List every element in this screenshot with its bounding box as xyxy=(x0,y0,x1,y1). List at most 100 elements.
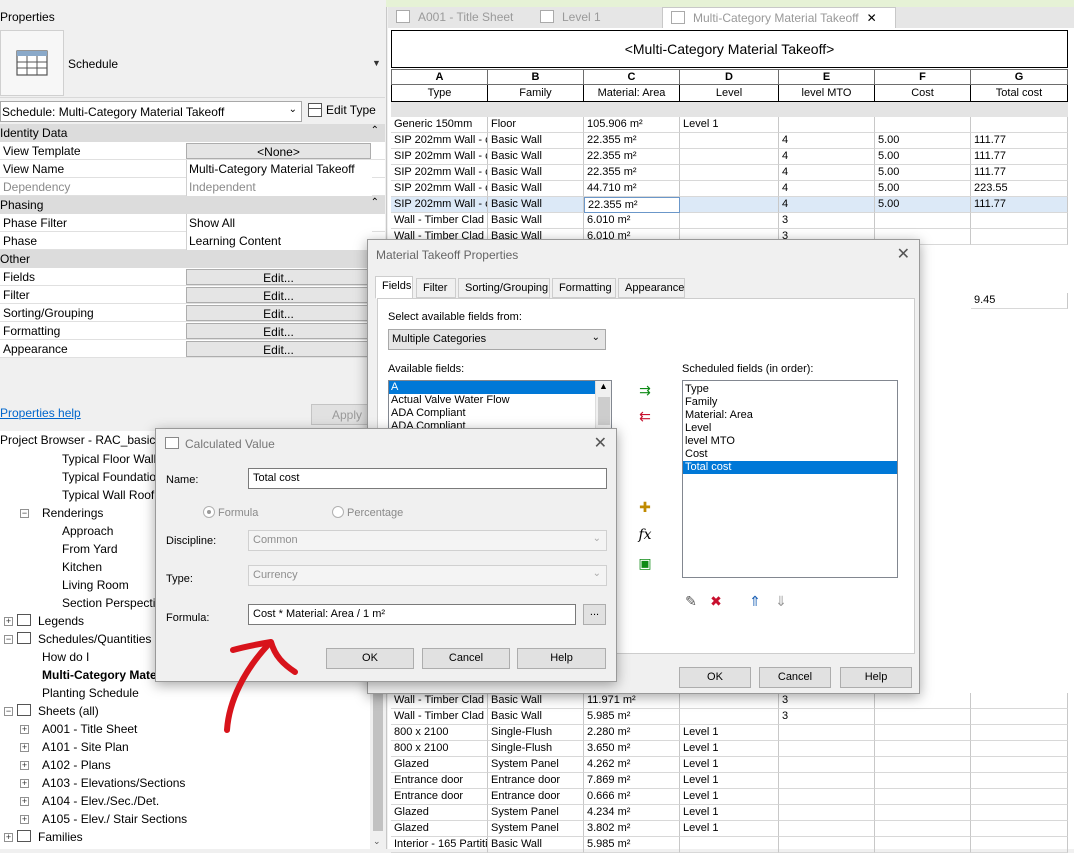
tab-formatting[interactable]: Formatting xyxy=(552,278,616,298)
table-cell[interactable] xyxy=(875,805,971,821)
table-cell[interactable] xyxy=(779,741,875,757)
browse-button[interactable]: ... xyxy=(583,604,606,625)
tree-item[interactable]: From Yard xyxy=(62,542,118,556)
tab-title-sheet[interactable]: A001 - Title Sheet xyxy=(388,7,530,28)
table-row[interactable]: SIP 202mm Wall - c Basic Wall 22.355 m² 4 5.… xyxy=(391,133,1068,149)
phase-value[interactable]: Learning Content xyxy=(186,232,372,250)
table-cell[interactable]: 4 xyxy=(779,181,875,197)
table-cell[interactable]: Basic Wall xyxy=(488,197,584,213)
table-cell[interactable]: 0.666 m² xyxy=(584,789,680,805)
table-cell[interactable]: 800 x 2100 xyxy=(391,725,488,741)
table-cell[interactable] xyxy=(875,693,971,709)
table-cell[interactable]: Glazed xyxy=(391,805,488,821)
table-cell[interactable] xyxy=(779,117,875,133)
table-cell[interactable]: 111.77 xyxy=(971,197,1068,213)
table-cell[interactable] xyxy=(971,805,1068,821)
table-cell[interactable] xyxy=(971,725,1068,741)
table-cell[interactable] xyxy=(875,757,971,773)
table-cell[interactable] xyxy=(971,789,1068,805)
edit-type-button[interactable]: Edit Type xyxy=(308,101,384,122)
table-cell[interactable]: 22.355 m² xyxy=(584,165,680,181)
table-cell[interactable]: Basic Wall xyxy=(488,213,584,229)
table-cell[interactable]: Level 1 xyxy=(680,821,779,837)
table-cell[interactable]: Basic Wall xyxy=(488,837,584,853)
table-cell[interactable] xyxy=(875,837,971,853)
table-cell[interactable]: 4 xyxy=(779,133,875,149)
tree-item-sheet[interactable]: A102 - Plans xyxy=(42,758,111,772)
close-icon[interactable]: ✕ xyxy=(897,244,910,264)
cancel-button[interactable]: Cancel xyxy=(422,648,510,669)
table-cell[interactable]: Wall - Timber Clad xyxy=(391,709,488,725)
table-cell[interactable]: System Panel xyxy=(488,805,584,821)
table-cell[interactable]: 4 xyxy=(779,165,875,181)
table-cell[interactable]: System Panel xyxy=(488,757,584,773)
table-cell[interactable]: Glazed xyxy=(391,757,488,773)
table-cell[interactable]: SIP 202mm Wall - c xyxy=(391,197,488,213)
list-item[interactable]: Material: Area xyxy=(683,409,897,422)
table-cell[interactable]: Entrance door xyxy=(391,773,488,789)
table-cell[interactable]: 3 xyxy=(779,709,875,725)
table-cell[interactable] xyxy=(875,741,971,757)
sorting-edit-button[interactable]: Edit... xyxy=(186,305,371,321)
table-cell[interactable] xyxy=(680,181,779,197)
table-cell[interactable] xyxy=(680,837,779,853)
table-cell[interactable]: Wall - Timber Clad xyxy=(391,213,488,229)
section-phasing[interactable]: Phasing ⌃ xyxy=(0,196,385,214)
remove-field-icon[interactable]: ⇇ xyxy=(637,408,653,424)
fields-edit-button[interactable]: Edit... xyxy=(186,269,371,285)
tree-item[interactable]: How do I xyxy=(42,650,89,664)
tree-item[interactable]: Kitchen xyxy=(62,560,102,574)
table-cell[interactable]: 4 xyxy=(779,149,875,165)
table-cell[interactable]: 111.77 xyxy=(971,149,1068,165)
type-dropdown-icon[interactable]: ▼ xyxy=(372,58,381,68)
ok-button[interactable]: OK xyxy=(326,648,414,669)
table-cell[interactable]: 5.00 xyxy=(875,181,971,197)
edit-field-icon[interactable]: ✎ xyxy=(683,593,699,609)
table-cell[interactable] xyxy=(875,789,971,805)
table-cell[interactable]: 22.355 m² xyxy=(584,133,680,149)
table-cell[interactable]: Level 1 xyxy=(680,773,779,789)
list-item[interactable]: Type xyxy=(683,383,897,396)
tab-fields[interactable]: Fields xyxy=(375,276,413,299)
column-name[interactable]: Total cost xyxy=(971,85,1068,102)
table-cell[interactable]: Level 1 xyxy=(680,805,779,821)
table-cell[interactable]: 4 xyxy=(779,197,875,213)
table-cell[interactable] xyxy=(875,821,971,837)
column-name[interactable]: Cost xyxy=(875,85,971,102)
table-cell[interactable]: 5.00 xyxy=(875,149,971,165)
table-cell[interactable]: 7.869 m² xyxy=(584,773,680,789)
column-letter[interactable]: B xyxy=(488,69,584,85)
column-letter[interactable]: D xyxy=(680,69,779,85)
close-icon[interactable]: ✕ xyxy=(867,11,877,25)
table-cell[interactable]: 22.355 m² xyxy=(584,197,680,213)
tree-item[interactable]: Typical Foundatio xyxy=(62,470,156,484)
table-row[interactable]: Wall - Timber Clad Basic Wall 6.010 m² 3 xyxy=(391,213,1068,229)
close-icon[interactable]: ✕ xyxy=(594,433,607,453)
tree-item[interactable]: Planting Schedule xyxy=(42,686,139,700)
table-cell[interactable] xyxy=(971,741,1068,757)
table-cell[interactable]: 111.77 xyxy=(971,165,1068,181)
add-parameter-icon[interactable]: ✚ xyxy=(637,499,653,515)
table-cell[interactable]: 3 xyxy=(779,693,875,709)
table-row[interactable]: Glazed System Panel 3.802 m² Level 1 xyxy=(391,821,1068,837)
table-cell[interactable]: 3 xyxy=(779,213,875,229)
table-row[interactable]: 800 x 2100 Single-Flush 3.650 m² Level 1 xyxy=(391,741,1068,757)
table-cell[interactable]: System Panel xyxy=(488,821,584,837)
table-row[interactable]: Generic 150mm Floor 105.906 m² Level 1 xyxy=(391,117,1068,133)
table-row[interactable]: Entrance door Entrance door 0.666 m² Level … xyxy=(391,789,1068,805)
table-cell[interactable] xyxy=(779,757,875,773)
scheduled-fields-list[interactable]: Type Family Material: Area Level level M… xyxy=(682,380,898,578)
column-name[interactable]: Material: Area xyxy=(584,85,680,102)
tree-item[interactable]: Living Room xyxy=(62,578,129,592)
tab-sorting-grouping[interactable]: Sorting/Grouping xyxy=(458,278,550,298)
tree-item-sheet[interactable]: A101 - Site Plan xyxy=(42,740,129,754)
table-cell[interactable] xyxy=(680,213,779,229)
table-cell[interactable]: 3.802 m² xyxy=(584,821,680,837)
table-cell[interactable] xyxy=(779,837,875,853)
list-item[interactable]: Total cost xyxy=(683,461,897,474)
table-cell[interactable] xyxy=(875,709,971,725)
table-cell[interactable] xyxy=(971,821,1068,837)
list-item[interactable]: Family xyxy=(683,396,897,409)
table-cell[interactable]: Single-Flush xyxy=(488,725,584,741)
collapse-icon[interactable]: ⌃ xyxy=(371,197,379,208)
